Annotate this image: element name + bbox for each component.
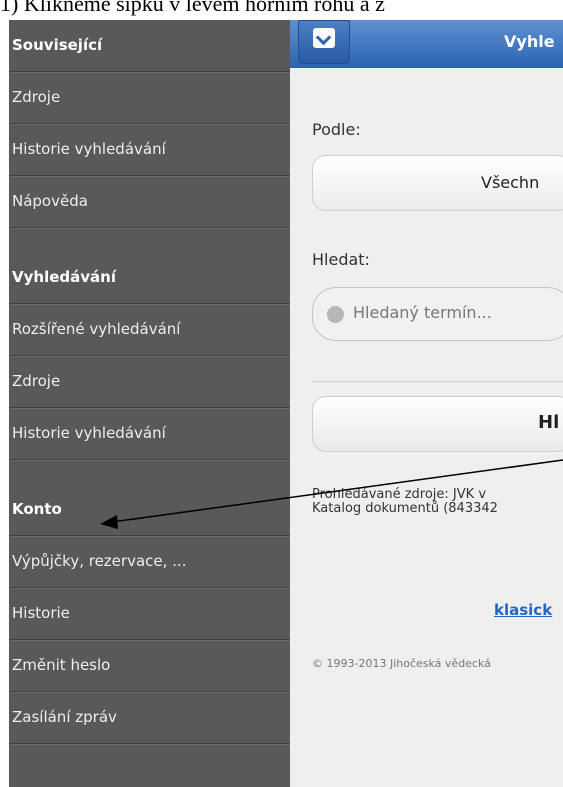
menu-button[interactable]	[298, 20, 350, 64]
sources-line-2: Katalog dokumentů (843342	[312, 501, 498, 516]
sidebar-item-advanced-search[interactable]: Rozšířené vyhledávání	[9, 304, 290, 356]
search-input[interactable]: Hledaný termín...	[312, 287, 563, 341]
chevron-down-icon	[313, 28, 335, 48]
search-by-value: Všechn	[481, 173, 540, 192]
search-by-label: Podle:	[312, 120, 361, 139]
search-button[interactable]: Hl	[312, 396, 563, 452]
sidebar-item-search-history[interactable]: Historie vyhledávání	[9, 124, 290, 176]
copyright-text: © 1993-2013 Jihočeská vědecká	[312, 657, 491, 670]
search-by-select[interactable]: Všechn	[312, 155, 563, 211]
main-panel: Vyhle Podle: Všechn Hledat: Hledaný term…	[290, 20, 563, 787]
divider	[312, 381, 563, 382]
sidebar-item-change-password[interactable]: Změnit heslo	[9, 640, 290, 692]
top-bar: Vyhle	[290, 20, 563, 68]
searched-sources-text: Prohledávané zdroje: JVK v Katalog dokum…	[312, 488, 498, 516]
sidebar-item-search-history-2[interactable]: Historie vyhledávání	[9, 408, 290, 460]
sidebar-item-history[interactable]: Historie	[9, 588, 290, 640]
sources-line-1: Prohledávané zdroje: JVK v	[312, 487, 487, 502]
classic-version-link[interactable]: klasick	[494, 601, 552, 619]
search-field-icon	[327, 306, 344, 323]
sidebar-menu: Související Zdroje Historie vyhledávání …	[9, 20, 290, 787]
sidebar-heading-search: Vyhledávání	[9, 228, 290, 304]
sidebar-item-sources-2[interactable]: Zdroje	[9, 356, 290, 408]
search-placeholder: Hledaný termín...	[353, 303, 492, 322]
search-button-label: Hl	[538, 412, 560, 433]
sidebar-heading-related: Související	[9, 20, 290, 72]
sidebar-heading-account: Konto	[9, 460, 290, 536]
sidebar-item-loans[interactable]: Výpůjčky, rezervace, ...	[9, 536, 290, 588]
sidebar-item-sources[interactable]: Zdroje	[9, 72, 290, 124]
sidebar-item-help[interactable]: Nápověda	[9, 176, 290, 228]
search-label: Hledat:	[312, 250, 370, 269]
caption-text: 1) Klikněme šipku v levém horním rohu a …	[0, 0, 385, 16]
page-title: Vyhle	[504, 32, 555, 51]
sidebar-item-messages[interactable]: Zasílání zpráv	[9, 692, 290, 744]
